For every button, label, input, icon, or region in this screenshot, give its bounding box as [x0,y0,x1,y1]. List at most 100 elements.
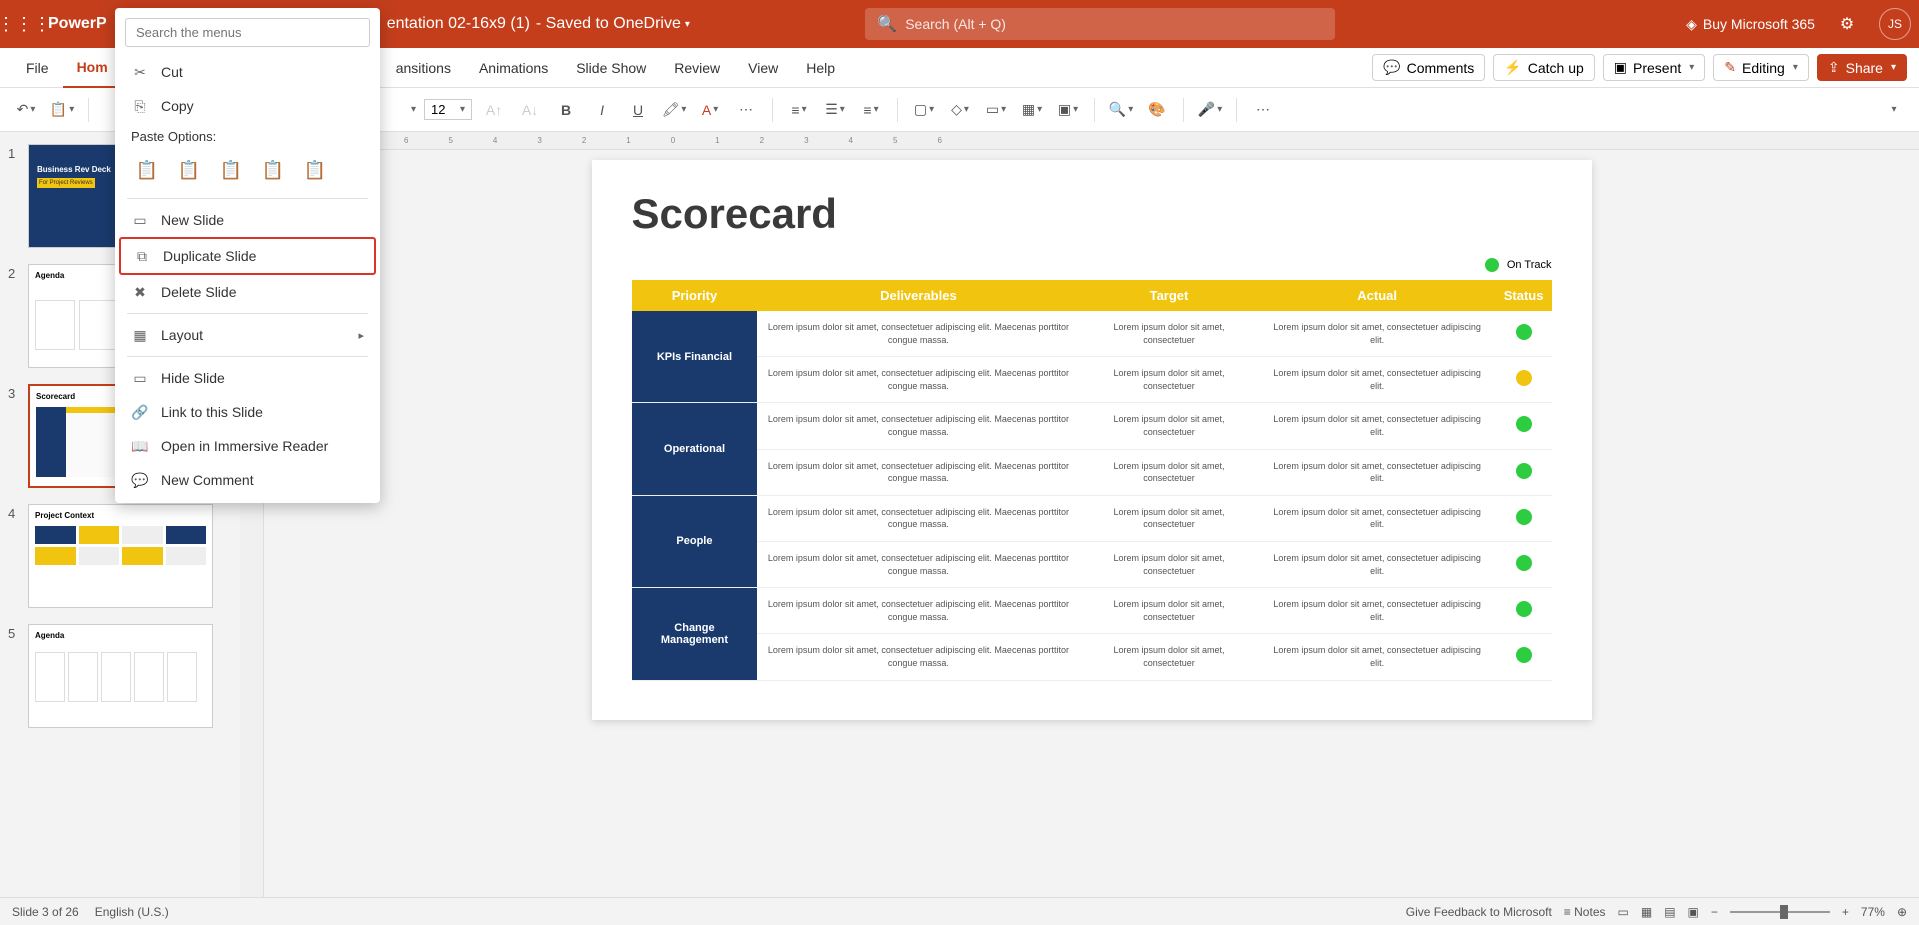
table-row[interactable]: OperationalLorem ipsum dolor sit amet, c… [632,403,1552,449]
font-size-input[interactable]: 12▾ [424,99,472,120]
font-color-button[interactable]: A▾ [696,96,724,124]
chevron-down-icon[interactable]: ▾ [1793,62,1798,73]
tab-transitions[interactable]: ansitions [382,48,465,88]
menu-search-input[interactable] [125,18,370,47]
bullets-button[interactable]: ≡▾ [785,96,813,124]
zoom-slider[interactable] [1730,911,1830,913]
paste-option-keep-source[interactable]: 📋 [173,154,205,186]
language-status[interactable]: English (U.S.) [95,905,169,919]
reading-view-icon[interactable]: ▤ [1664,905,1675,919]
increase-font-button[interactable]: A↑ [480,96,508,124]
arrange-button[interactable]: ▦▾ [1018,96,1046,124]
sorter-view-icon[interactable]: ▦ [1641,905,1652,919]
save-status[interactable]: - Saved to OneDrive [536,15,681,33]
slide-title[interactable]: Scorecard [632,190,1552,238]
decrease-font-button[interactable]: A↓ [516,96,544,124]
paste-option-picture[interactable]: 📋 [215,154,247,186]
tab-home[interactable]: Hom [63,48,122,88]
tab-review[interactable]: Review [660,48,734,88]
menu-duplicate-slide[interactable]: ⧉Duplicate Slide [119,237,376,275]
document-title[interactable]: entation 02-16x9 (1) [387,15,530,33]
paste-option-text[interactable]: 📋 [299,154,331,186]
table-row[interactable]: KPIs FinancialLorem ipsum dolor sit amet… [632,311,1552,357]
menu-search[interactable] [125,18,370,47]
slideshow-view-icon[interactable]: ▣ [1688,905,1699,919]
highlight-button[interactable]: 🖍▾ [660,96,688,124]
paste-option-image[interactable]: 📋 [257,154,289,186]
chevron-down-icon[interactable]: ▾ [685,19,690,30]
undo-button[interactable]: ↶▾ [12,96,40,124]
align-button[interactable]: ≡▾ [857,96,885,124]
catchup-button[interactable]: ⚡Catch up [1493,54,1594,81]
separator [127,198,368,199]
menu-new-slide[interactable]: ▭New Slide [119,203,376,237]
menu-layout[interactable]: ▦Layout▸ [119,318,376,352]
feedback-link[interactable]: Give Feedback to Microsoft [1406,905,1552,919]
user-avatar[interactable]: JS [1879,8,1911,40]
buy-microsoft-link[interactable]: ◈ Buy Microsoft 365 [1686,16,1815,33]
chevron-down-icon[interactable]: ▾ [411,104,416,115]
table-row[interactable]: Change ManagementLorem ipsum dolor sit a… [632,588,1552,634]
slide-thumbnail-4[interactable]: 4 Project Context [8,504,232,608]
collapse-ribbon-button[interactable]: ▾ [1879,96,1907,124]
fit-to-window-button[interactable]: ⊕ [1897,905,1907,919]
paste-option-theme[interactable]: 📋 [131,154,163,186]
editing-button[interactable]: ✎Editing▾ [1713,54,1809,81]
tab-file[interactable]: File [12,48,63,88]
cell-target: Lorem ipsum dolor sit amet, consectetuer [1079,449,1258,495]
share-button[interactable]: ⇪Share▾ [1817,54,1907,81]
menu-hide-slide[interactable]: ▭Hide Slide [119,361,376,395]
canvas-area: 6543210123456 Scorecard On Track Priorit… [240,132,1919,897]
table-row[interactable]: Lorem ipsum dolor sit amet, consectetuer… [632,357,1552,403]
group-button[interactable]: ▣▾ [1054,96,1082,124]
col-target: Target [1079,280,1258,311]
present-button[interactable]: ▣Present▾ [1603,54,1706,81]
designer-button[interactable]: 🎨 [1143,96,1171,124]
more-options-button[interactable]: ⋯ [1249,96,1277,124]
menu-cut[interactable]: ✂Cut [119,55,376,89]
zoom-out-button[interactable]: − [1711,905,1718,919]
shape-fill-button[interactable]: ▢▾ [910,96,938,124]
more-font-button[interactable]: ⋯ [732,96,760,124]
chevron-down-icon[interactable]: ▾ [1891,62,1896,73]
italic-button[interactable]: I [588,96,616,124]
search-box[interactable]: 🔍 [865,8,1335,40]
menu-new-comment[interactable]: 💬New Comment [119,463,376,497]
paste-button[interactable]: 📋▾ [48,96,76,124]
table-row[interactable]: PeopleLorem ipsum dolor sit amet, consec… [632,495,1552,541]
underline-button[interactable]: U [624,96,652,124]
menu-link-to-slide[interactable]: 🔗Link to this Slide [119,395,376,429]
table-row[interactable]: Lorem ipsum dolor sit amet, consectetuer… [632,449,1552,495]
slide-canvas[interactable]: Scorecard On Track Priority Deliverables… [592,160,1592,720]
tab-help[interactable]: Help [792,48,849,88]
table-row[interactable]: Lorem ipsum dolor sit amet, consectetuer… [632,634,1552,680]
tab-slideshow[interactable]: Slide Show [562,48,660,88]
notes-button[interactable]: ≡ Notes [1564,905,1606,919]
normal-view-icon[interactable]: ▭ [1618,905,1629,919]
menu-immersive-reader[interactable]: 📖Open in Immersive Reader [119,429,376,463]
scorecard-table[interactable]: Priority Deliverables Target Actual Stat… [632,280,1552,681]
row-priority: Operational [632,403,758,495]
find-button[interactable]: 🔍▾ [1107,96,1135,124]
zoom-level[interactable]: 77% [1861,905,1885,919]
dictate-button[interactable]: 🎤▾ [1196,96,1224,124]
comments-button[interactable]: 💬Comments [1372,54,1485,81]
slide-counter[interactable]: Slide 3 of 26 [12,905,79,919]
bold-button[interactable]: B [552,96,580,124]
numbering-button[interactable]: ☰▾ [821,96,849,124]
menu-copy[interactable]: ⎘Copy [119,89,376,123]
tab-view[interactable]: View [734,48,792,88]
slide-thumbnail-5[interactable]: 5 Agenda [8,624,232,728]
tab-animations[interactable]: Animations [465,48,562,88]
app-launcher-icon[interactable]: ⋮⋮⋮ [8,8,40,40]
zoom-handle[interactable] [1780,905,1788,919]
table-row[interactable]: Lorem ipsum dolor sit amet, consectetuer… [632,541,1552,587]
status-dot-icon [1516,416,1532,432]
shape-effects-button[interactable]: ▭▾ [982,96,1010,124]
zoom-in-button[interactable]: + [1842,905,1849,919]
settings-icon[interactable]: ⚙ [1831,8,1863,40]
menu-delete-slide[interactable]: ✖Delete Slide [119,275,376,309]
chevron-down-icon[interactable]: ▾ [1689,62,1694,73]
shape-outline-button[interactable]: ◇▾ [946,96,974,124]
search-input[interactable] [905,16,1323,32]
